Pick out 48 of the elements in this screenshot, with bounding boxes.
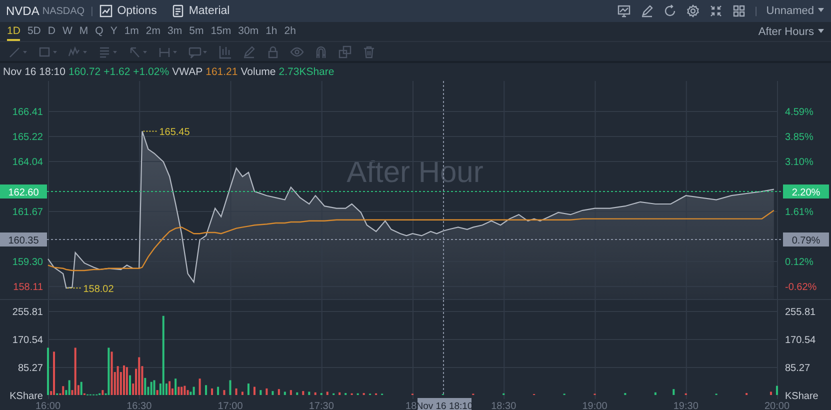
axis-label: 19:30 [673,401,698,410]
axis-label: KShare [785,391,818,402]
separator-text: | [754,6,758,16]
price-annotation: 158.02 [83,284,114,296]
change-badge: 0.79% [783,232,829,246]
price-badge: 162.60 [0,184,47,198]
axis-label: 161.67 [12,207,43,218]
symbol-text: NVDA [6,4,40,18]
axis-label: 159.30 [12,257,43,268]
axis-label: 20:00 [764,401,790,410]
axis-label: 158.11 [13,282,43,294]
quote-text: +1.62 [104,66,130,78]
axis-label: 16:30 [126,401,152,410]
axis-label: 170.54 [12,335,43,346]
axis-label: 170.54 [785,335,816,346]
axis-label: 255.81 [12,307,43,318]
axis-label: 4.59% [785,106,814,118]
axis-label: 17:00 [218,401,243,410]
axis-label: 16:00 [35,401,61,410]
quote-text: 160.72 [68,66,101,78]
quote-text: VWAP [172,66,203,78]
axis-label: 19:00 [582,401,608,410]
exchange-text: NASDAQ [42,6,85,16]
change-badge: 2.20% [783,184,829,198]
price-badge: 160.35 [0,232,47,246]
ref-line-label: 160.35 [8,236,40,246]
axis-label: -0.62% [785,282,817,294]
axis-label: 0.12% [785,257,814,268]
axis-label: 1.61% [785,207,814,218]
axis-label: 85.27 [18,363,43,374]
quote-text: Nov 16 18:10 [3,66,66,78]
separator-text: | [90,6,94,16]
axis-label: 255.81 [785,307,816,318]
quote-text: 161.21 [206,66,238,78]
price-annotation: 165.45 [159,127,190,138]
quote-text: 2.73KShare [278,66,334,78]
axis-label: 166.41 [12,106,43,118]
axis-label: 3.10% [785,156,814,168]
axis-label: 164.04 [12,156,43,168]
axis-label: 85.27 [785,363,810,374]
axis-label: 3.85% [785,132,814,144]
axis-label: KShare [10,391,43,402]
axis-label: 18:30 [491,401,516,410]
ref-line-label: 162.60 [8,188,40,198]
quote-text: +1.02% [133,66,170,78]
quote-text: Volume [240,66,276,78]
axis-label: 17:30 [308,401,334,410]
axis-label: 165.22 [12,132,43,144]
